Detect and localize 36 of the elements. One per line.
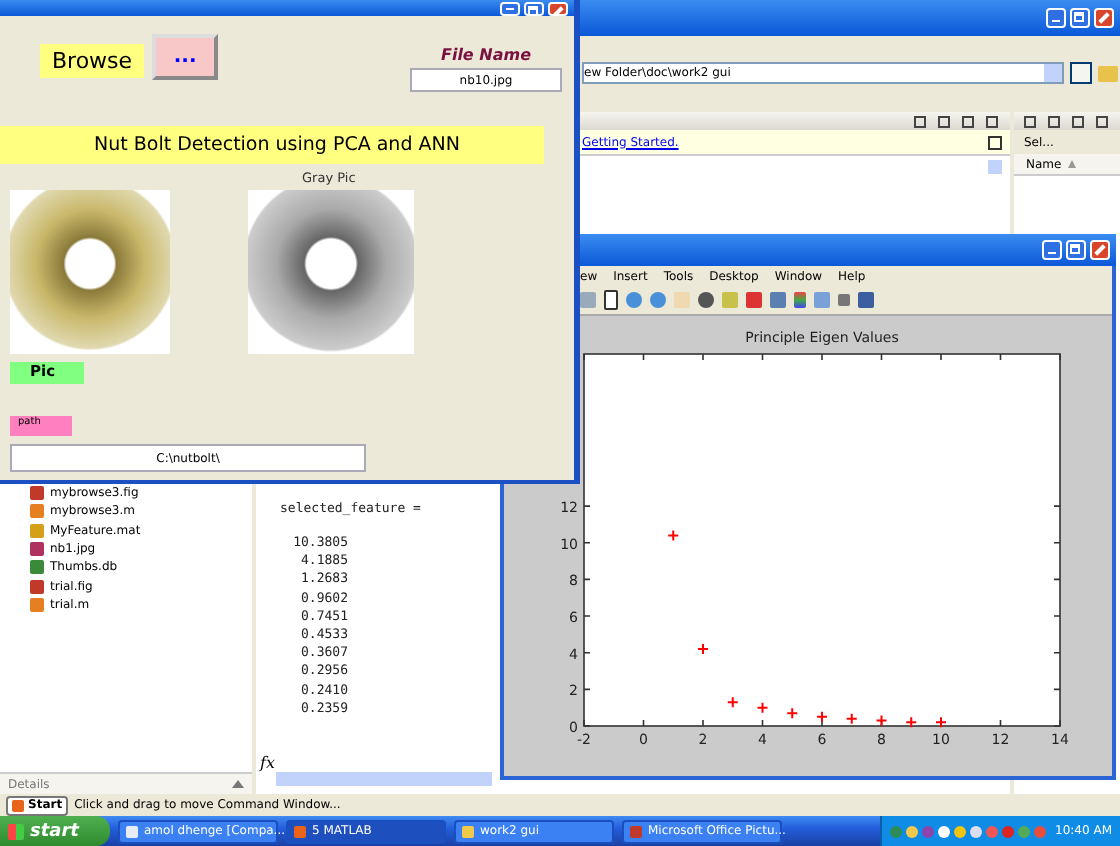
data-point: [905, 716, 918, 729]
matlab-icon: [12, 799, 24, 811]
minimize-icon[interactable]: [500, 2, 520, 16]
maximize-icon[interactable]: [524, 2, 544, 16]
data-point: [935, 716, 947, 729]
browse-folder-button[interactable]: [1070, 62, 1092, 84]
sort-icon[interactable]: [1067, 160, 1076, 168]
data-point: [845, 712, 858, 725]
colorbar-icon[interactable]: [794, 292, 806, 308]
pointer-icon[interactable]: [604, 290, 618, 310]
browse-button[interactable]: ...: [152, 34, 219, 80]
maximize-icon[interactable]: [1070, 8, 1090, 28]
data-point: [756, 701, 769, 714]
minimize-icon[interactable]: [1046, 8, 1066, 28]
browse-label: Browse: [40, 44, 145, 78]
square-icon[interactable]: [838, 294, 850, 306]
data-point: [697, 643, 709, 656]
maximize-icon[interactable]: [1066, 240, 1086, 260]
data-point: [816, 710, 828, 723]
caret-icon[interactable]: [232, 780, 244, 788]
app-icon: [126, 825, 138, 837]
horizontal-scrollbar[interactable]: [276, 772, 492, 786]
title-banner: Nut Bolt Detection using PCA and ANN: [0, 126, 544, 164]
data-point: [786, 707, 799, 720]
function-hint[interactable]: fx: [260, 754, 276, 772]
minimize-icon[interactable]: [1042, 240, 1062, 260]
data-point: [726, 696, 739, 709]
app-icon: [462, 825, 474, 837]
app-icon: [630, 825, 642, 837]
data-point: [875, 714, 888, 727]
app-icon: [294, 825, 306, 837]
data-point: [667, 529, 680, 542]
folder-icon[interactable]: [1098, 65, 1118, 81]
close-icon[interactable]: [988, 135, 1002, 149]
file-name-label: File Name: [440, 46, 531, 64]
windows-logo-icon: [8, 823, 24, 839]
